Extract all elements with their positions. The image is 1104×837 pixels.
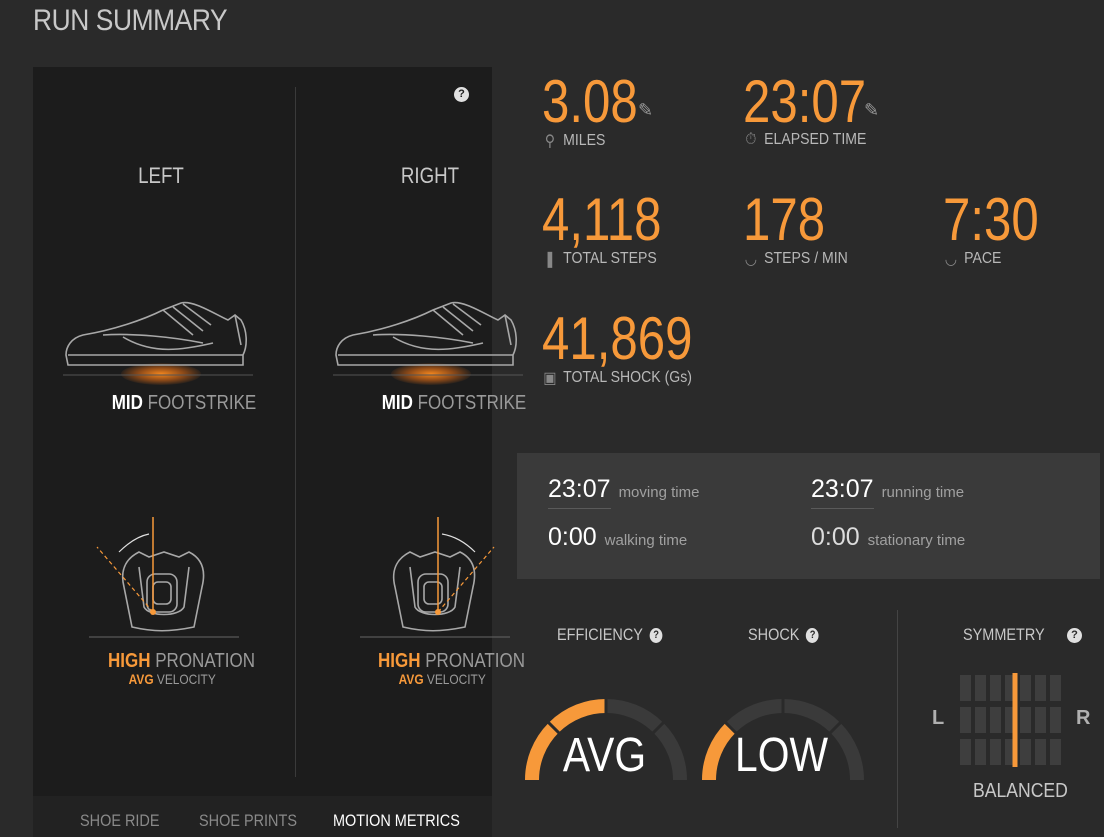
symmetry-cell <box>990 675 1001 701</box>
right-footstrike: MID FOOTSTRIKE <box>381 392 527 414</box>
walking-time: 0:00 walking time <box>548 523 688 551</box>
shock-label: TOTAL SHOCK (Gs) <box>563 369 692 386</box>
symmetry-left-label: L <box>932 707 945 729</box>
page-title: RUN SUMMARY <box>33 4 228 37</box>
left-foot-label: LEFT <box>138 163 184 188</box>
tab-bar: SHOE RIDE SHOE PRINTS MOTION METRICS <box>33 796 492 837</box>
symmetry-cell <box>975 707 986 733</box>
question-icon[interactable]: ? <box>649 627 663 643</box>
right-pronation-icon <box>360 517 510 638</box>
question-icon[interactable]: ? <box>454 87 469 102</box>
left-pronation-icon <box>89 517 239 638</box>
pace-value: 7:30 <box>943 186 1039 253</box>
cadence-metric: 178 ◡ STEPS / MIN <box>743 186 848 269</box>
symmetry-cell <box>990 739 1001 765</box>
tab-shoe-prints[interactable]: SHOE PRINTS <box>199 811 297 831</box>
feet-panel: ? LEFT RIGHT MID FOOTSTRIKE MID FOOTSTRI… <box>33 67 526 837</box>
speedometer-icon: ◡ <box>944 251 958 268</box>
footprints-icon: ❚ <box>544 251 556 268</box>
shock-value: 41,869 <box>542 305 693 372</box>
symmetry-indicator <box>1012 673 1018 767</box>
right-velocity: AVG VELOCITY <box>398 671 486 687</box>
shock-metric: 41,869 ▣ TOTAL SHOCK (Gs) <box>542 305 726 388</box>
steps-metric: 4,118 ❚ TOTAL STEPS <box>542 186 688 269</box>
symmetry-right-label: R <box>1076 707 1091 729</box>
stopwatch-icon: ⏱ <box>745 131 757 148</box>
edit-elapsed-icon[interactable]: ✎ <box>864 100 879 121</box>
efficiency-title: EFFICIENCY ? <box>557 625 663 645</box>
symmetry-cell <box>1050 739 1061 765</box>
left-pronation: HIGH PRONATION <box>107 650 256 672</box>
miles-label: MILES <box>563 132 606 149</box>
question-icon[interactable]: ? <box>806 627 819 643</box>
left-footstrike: MID FOOTSTRIKE <box>111 392 257 414</box>
left-shoe-icon <box>63 301 253 376</box>
symmetry-cell <box>975 739 986 765</box>
symmetry-cell <box>960 739 971 765</box>
pace-metric: 7:30 ◡ PACE <box>943 186 1060 269</box>
question-icon[interactable]: ? <box>1067 627 1083 643</box>
cadence-label: STEPS / MIN <box>764 250 848 267</box>
miles-value: 3.08 <box>542 68 638 135</box>
symmetry-cell <box>1050 675 1061 701</box>
cadence-value: 178 <box>743 186 826 253</box>
tab-shoe-ride[interactable]: SHOE RIDE <box>80 811 160 831</box>
panel-divider <box>295 87 296 777</box>
symmetry-cell <box>1020 707 1031 733</box>
symmetry-title: SYMMETRY ? <box>963 625 1083 645</box>
right-foot-label: RIGHT <box>400 163 460 188</box>
symmetry-cell <box>960 707 971 733</box>
symmetry-cell <box>990 707 1001 733</box>
efficiency-value: AVG <box>562 729 647 782</box>
symmetry-cell <box>1035 675 1046 701</box>
symmetry-cell <box>960 675 971 701</box>
symmetry-cell <box>975 675 986 701</box>
speedometer-icon: ◡ <box>744 251 758 268</box>
right-shoe-icon <box>333 301 523 376</box>
time-breakdown: 23:07 moving time 23:07 running time 0:0… <box>517 453 1100 579</box>
stationary-time: 0:00 stationary time <box>811 523 966 551</box>
gauge-divider <box>897 610 898 828</box>
running-time: 23:07 running time <box>811 475 964 509</box>
shock-gauge-title: SHOCK ? <box>748 625 819 645</box>
symmetry-cell <box>1035 707 1046 733</box>
symmetry-cell <box>1020 675 1031 701</box>
steps-value: 4,118 <box>542 186 662 253</box>
elapsed-value: 23:07 <box>743 68 867 135</box>
symmetry-status: BALANCED <box>973 780 1068 802</box>
tab-motion-metrics[interactable]: MOTION METRICS <box>333 811 460 831</box>
location-pin-icon: ⚲ <box>544 133 556 150</box>
edit-miles-icon[interactable]: ✎ <box>638 100 653 121</box>
steps-label: TOTAL STEPS <box>563 250 657 267</box>
elapsed-label: ELAPSED TIME <box>764 131 867 148</box>
symmetry-cell <box>1050 707 1061 733</box>
right-pronation: HIGH PRONATION <box>377 650 526 672</box>
impact-icon: ▣ <box>543 370 557 387</box>
pace-label: PACE <box>964 250 1002 267</box>
left-velocity: AVG VELOCITY <box>128 671 216 687</box>
symmetry-grid <box>960 673 1061 767</box>
symmetry-cell <box>1035 739 1046 765</box>
symmetry-cell <box>1020 739 1031 765</box>
moving-time: 23:07 moving time <box>548 475 699 509</box>
shock-gauge-value: LOW <box>735 729 828 782</box>
